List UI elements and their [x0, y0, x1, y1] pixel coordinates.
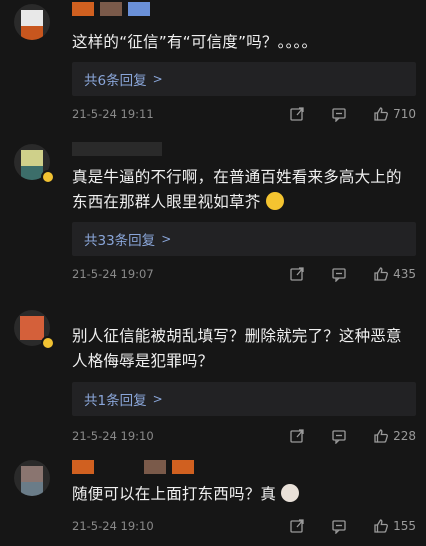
view-replies-button[interactable]: 共6条回复 > [72, 62, 416, 96]
avatar-tile [20, 316, 44, 340]
like-count: 155 [393, 519, 416, 533]
chevron-right-icon: > [152, 392, 163, 406]
timestamp: 21-5-24 19:10 [72, 519, 154, 533]
timestamp: 21-5-24 19:10 [72, 429, 154, 443]
thumbs-up-icon[interactable] [373, 518, 389, 534]
reply-count-label: 共1条回复 [84, 393, 147, 409]
comment-text-content: 随便可以在上面打东西吗？真 [72, 485, 277, 503]
reply-count-label: 共33条回复 [84, 233, 156, 249]
username-redacted[interactable] [72, 142, 162, 156]
username-redacted[interactable] [72, 2, 150, 16]
like-count: 710 [393, 107, 416, 121]
comment-item: 别人征信能被胡乱填写？删除就完了？这种恶意人格侮辱是犯罪吗？ 共1条回复 > 2… [0, 296, 426, 456]
comment-item: 随便可以在上面打东西吗？真 21-5-24 19:10 155 [0, 456, 426, 546]
comment-icon[interactable] [331, 518, 347, 534]
face-with-hand-emoji-icon [265, 192, 284, 210]
timestamp: 21-5-24 19:07 [72, 267, 154, 281]
share-icon[interactable] [289, 266, 305, 282]
comment-meta: 21-5-24 19:11 710 [72, 104, 416, 124]
like-count: 435 [393, 267, 416, 281]
comment-text: 这样的“征信”有“可信度”吗？。。。。 [72, 33, 318, 51]
share-icon[interactable] [289, 518, 305, 534]
share-icon[interactable] [289, 106, 305, 122]
comment-icon[interactable] [331, 266, 347, 282]
comment-meta: 21-5-24 19:10 228 [72, 426, 416, 446]
reply-count-label: 共6条回复 [84, 73, 147, 89]
avatar[interactable] [14, 4, 50, 40]
verified-badge-icon [41, 336, 55, 350]
comment-text: 别人征信能被胡乱填写？删除就完了？这种恶意人格侮辱是犯罪吗？ [72, 327, 402, 370]
comment-meta: 21-5-24 19:10 155 [72, 516, 416, 536]
username-redacted[interactable] [72, 460, 194, 474]
comment-text-content: 真是牛逼的不行啊，在普通百姓看来多高大上的东西在那群人眼里视如草芥 [72, 168, 402, 211]
view-replies-button[interactable]: 共1条回复 > [72, 382, 416, 416]
timestamp: 21-5-24 19:11 [72, 107, 154, 121]
thumbs-up-icon[interactable] [373, 266, 389, 282]
comment-text: 随便可以在上面打东西吗？真 [72, 482, 408, 507]
avatar[interactable] [14, 460, 50, 496]
comment-item: 真是牛逼的不行啊，在普通百姓看来多高大上的东西在那群人眼里视如草芥 共33条回复… [0, 136, 426, 296]
cow-face-emoji-icon [281, 484, 300, 502]
chevron-right-icon: > [152, 72, 163, 86]
comment-meta: 21-5-24 19:07 435 [72, 264, 416, 284]
comment-text: 真是牛逼的不行啊，在普通百姓看来多高大上的东西在那群人眼里视如草芥 [72, 165, 408, 215]
comment-item: 这样的“征信”有“可信度”吗？。。。。 共6条回复 > 21-5-24 19:1… [0, 0, 426, 136]
like-count: 228 [393, 429, 416, 443]
thumbs-up-icon[interactable] [373, 106, 389, 122]
chevron-right-icon: > [161, 232, 172, 246]
verified-badge-icon [41, 170, 55, 184]
comment-icon[interactable] [331, 428, 347, 444]
comment-icon[interactable] [331, 106, 347, 122]
view-replies-button[interactable]: 共33条回复 > [72, 222, 416, 256]
share-icon[interactable] [289, 428, 305, 444]
thumbs-up-icon[interactable] [373, 428, 389, 444]
